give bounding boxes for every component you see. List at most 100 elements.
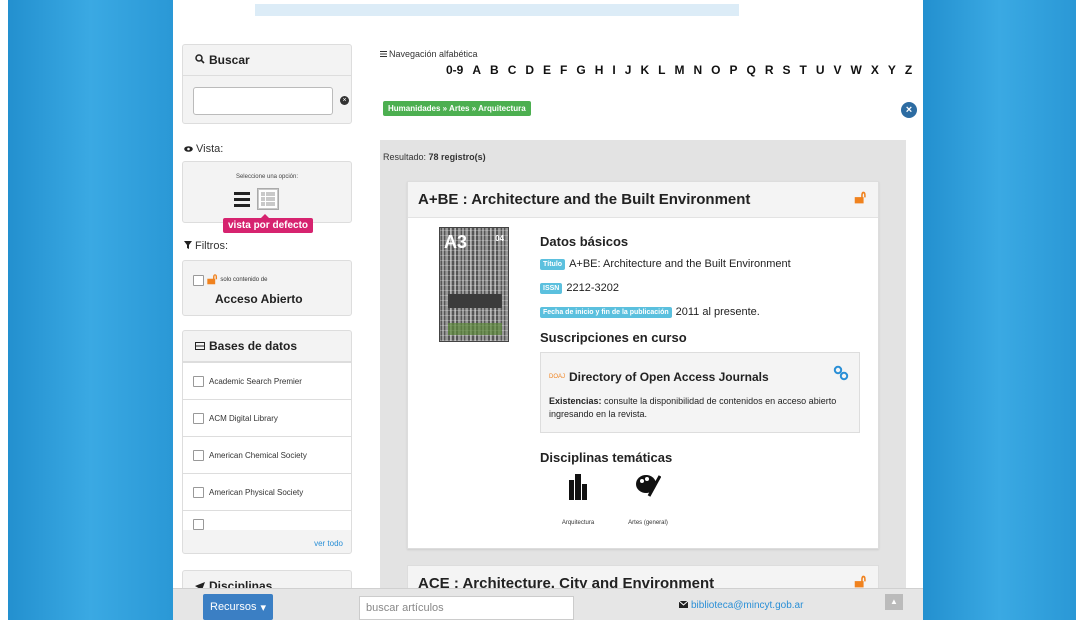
dates-tag: Fecha de inicio y fin de la publicación: [540, 306, 672, 318]
list-view-icon[interactable]: [231, 188, 253, 210]
frame-edge-right: [1076, 0, 1084, 620]
alphabet-letter[interactable]: S: [783, 63, 791, 77]
grid-view-icon[interactable]: [283, 188, 305, 210]
open-access-label: Acceso Abierto: [215, 292, 303, 306]
alphabet-letter[interactable]: X: [871, 63, 879, 77]
search-icon: [195, 53, 205, 67]
databases-panel: Bases de datos Academic Search Premier A…: [182, 330, 352, 554]
doaj-label: DOAJ: [549, 374, 566, 380]
alphabet-letter[interactable]: L: [658, 63, 665, 77]
alphabet-letter[interactable]: F: [560, 63, 567, 77]
alphabet-letter[interactable]: V: [834, 63, 842, 77]
database-item[interactable]: Academic Search Premier: [183, 362, 351, 399]
title-tag: Título: [540, 258, 566, 270]
frame-edge-left: [0, 0, 8, 620]
database-checkbox[interactable]: [193, 375, 204, 387]
alphabet-letter[interactable]: Y: [888, 63, 896, 77]
buildings-icon: [548, 472, 608, 506]
database-item[interactable]: ACM Digital Library: [183, 399, 351, 436]
subscription-title[interactable]: DOAJ Directory of Open Access Journals: [549, 370, 769, 384]
disciplines-title: Disciplinas temáticas: [540, 450, 673, 465]
alphabet-letter[interactable]: I: [612, 63, 615, 77]
alphabet-letter[interactable]: J: [625, 63, 632, 77]
alphabet-letter[interactable]: G: [576, 63, 585, 77]
link-icon[interactable]: [833, 365, 849, 384]
dates-value: 2011 al presente.: [675, 306, 760, 318]
databases-header: Bases de datos: [183, 331, 351, 362]
subscriptions-title: Suscripciones en curso: [540, 330, 687, 345]
journal-title[interactable]: A+BE : Architecture and the Built Enviro…: [418, 191, 750, 208]
alphabet-letter[interactable]: E: [543, 63, 551, 77]
alphabet-letter[interactable]: R: [765, 63, 774, 77]
title-row: Título A+BE: Architecture and the Built …: [540, 258, 791, 270]
alphabet-letter[interactable]: A: [472, 63, 481, 77]
alphabet-letter[interactable]: W: [851, 63, 862, 77]
open-access-icon: 🔓︎: [854, 187, 866, 207]
database-item[interactable]: American Chemical Society: [183, 436, 351, 473]
search-panel: Buscar ×: [182, 44, 352, 124]
issn-tag: ISSN: [540, 282, 563, 294]
holdings-text: Existencias: consulte la disponibilidad …: [549, 396, 837, 419]
database-checkbox[interactable]: [193, 449, 204, 461]
resources-button[interactable]: Recursos ▾: [203, 594, 273, 620]
filter-icon: [184, 240, 192, 252]
main-content: Buscar × Vista: Seleccione una opción: v…: [173, 0, 923, 620]
scroll-top-button[interactable]: ▲: [885, 594, 903, 610]
title-value: A+BE: Architecture and the Built Environ…: [569, 258, 791, 270]
email-link[interactable]: biblioteca@mincyt.gob.ar: [678, 600, 803, 611]
discipline-architecture[interactable]: Arquitectura: [548, 472, 608, 526]
database-icon: [195, 339, 205, 353]
database-item[interactable]: American Physical Society: [183, 473, 351, 510]
search-panel-header: Buscar: [183, 45, 351, 76]
journal-card: A+BE : Architecture and the Built Enviro…: [407, 181, 879, 549]
right-background: [923, 0, 1076, 620]
alphabet-letter[interactable]: M: [674, 63, 684, 77]
results-area: Resultado: 78 registro(s) A+BE : Archite…: [380, 140, 906, 605]
journal-card-header[interactable]: A+BE : Architecture and the Built Enviro…: [408, 182, 878, 218]
alphabet-letter[interactable]: C: [508, 63, 517, 77]
database-checkbox[interactable]: [193, 412, 204, 424]
see-all-link[interactable]: ver todo: [314, 539, 343, 548]
search-input[interactable]: [193, 87, 333, 115]
alphabet-letter[interactable]: N: [693, 63, 702, 77]
journal-cover-image[interactable]: A3 04: [439, 227, 509, 342]
filters-label: Filtros:: [184, 240, 228, 252]
cover-issue-number: 04: [495, 234, 504, 243]
alphabet-letter[interactable]: P: [729, 63, 737, 77]
issn-row: ISSN 2212-3202: [540, 282, 619, 294]
database-checkbox[interactable]: [193, 519, 204, 530]
search-title: Buscar: [209, 53, 250, 67]
alphabet-letter[interactable]: B: [490, 63, 499, 77]
alphabet-letter[interactable]: U: [816, 63, 825, 77]
issn-value: 2212-3202: [566, 282, 619, 294]
alphabet-letter[interactable]: H: [595, 63, 604, 77]
alphabet-letter[interactable]: D: [525, 63, 534, 77]
menu-icon: [380, 49, 387, 59]
dates-row: Fecha de inicio y fin de la publicación …: [540, 306, 760, 318]
default-view-tooltip: vista por defecto: [223, 214, 314, 233]
palette-icon: [618, 472, 678, 506]
article-search-input[interactable]: buscar artículos: [359, 596, 574, 620]
open-access-icon: 🔓︎: [854, 571, 866, 591]
discipline-arts[interactable]: Artes (general): [618, 472, 678, 526]
database-checkbox[interactable]: [193, 486, 204, 498]
close-icon[interactable]: ×: [901, 102, 917, 118]
breadcrumb[interactable]: Humanidades » Artes » Arquitectura: [383, 101, 531, 116]
database-item-partial[interactable]: [183, 510, 351, 530]
alphabet-letter[interactable]: O: [711, 63, 720, 77]
alphabet-letter[interactable]: Q: [746, 63, 755, 77]
clear-search-icon[interactable]: ×: [340, 96, 349, 105]
eye-icon: [184, 143, 193, 155]
table-view-icon[interactable]: [257, 188, 279, 210]
open-access-checkbox[interactable]: [193, 274, 204, 286]
alphabet-nav: 0-9 A B C D E F G H I J K L M N O P Q R …: [446, 63, 912, 77]
open-access-filter-row[interactable]: 🔓︎ solo contenido de: [193, 272, 268, 288]
open-access-small-label: solo contenido de: [220, 277, 268, 283]
bottom-bar: Recursos ▾ buscar artículos biblioteca@m…: [173, 588, 923, 620]
alphabet-nav-label: Navegación alfabética: [380, 49, 478, 59]
alphabet-letter[interactable]: T: [800, 63, 807, 77]
alphabet-letter[interactable]: Z: [905, 63, 912, 77]
alphabet-letter[interactable]: 0-9: [446, 63, 463, 77]
alphabet-letter[interactable]: K: [640, 63, 649, 77]
envelope-icon: [678, 600, 689, 611]
